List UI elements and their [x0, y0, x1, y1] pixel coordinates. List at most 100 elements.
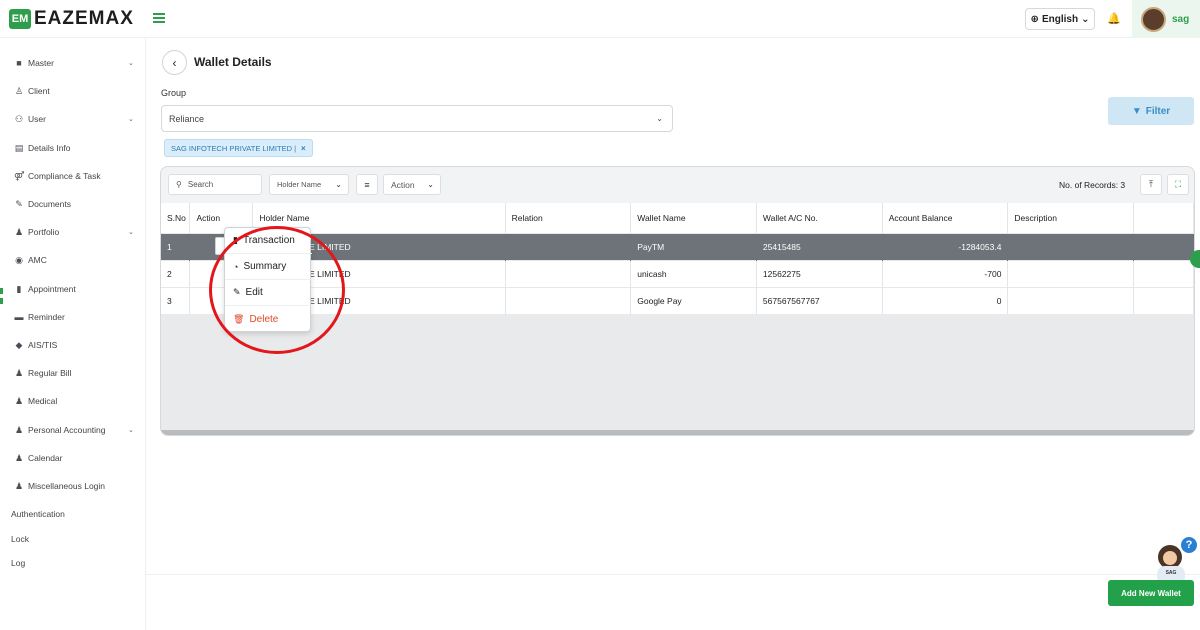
sidebar-item-reminder[interactable]: ▬ Reminder [0, 307, 146, 327]
filter-icon: ▼ [1131, 105, 1142, 117]
cell-relation [505, 286, 632, 314]
search-input[interactable]: ⚲ Search [168, 174, 262, 195]
action-select-label: Action [391, 179, 415, 190]
amc-icon: ◉ [15, 255, 23, 266]
sidebar-item-label: Calendar [28, 452, 63, 463]
add-new-wallet-button[interactable]: Add New Wallet [1108, 580, 1194, 606]
chevron-down-icon: ⌄ [128, 116, 134, 124]
sidebar-item-calendar[interactable]: ♟ Calendar [0, 448, 146, 468]
details-icon: ▤ [14, 142, 24, 153]
sidebar-item-label: Documents [28, 199, 71, 209]
login-icon: ♟ [14, 481, 24, 491]
globe-icon: ⊕ [1030, 13, 1039, 25]
chevron-down-icon: ⌄ [128, 60, 134, 67]
user-menu[interactable]: sag [1132, 0, 1200, 38]
sidebar-item-label: Medical [28, 396, 58, 407]
sidebar-item-label: Regular Bill [28, 368, 72, 379]
sidebar-item-appointment[interactable]: ▮ Appointment [0, 279, 146, 299]
sidebar-item-label: Appointment [28, 283, 76, 294]
highlight-circle [209, 226, 345, 354]
cell-desc [1007, 259, 1135, 287]
chip-label: SAG INFOTECH PRIVATE LIMITED | [171, 143, 297, 153]
cell-spacer [1133, 259, 1194, 287]
table-header-row: S.No Action Holder Name Relation Wallet Name… [161, 203, 1194, 233]
box-icon: ■ [16, 58, 22, 68]
user-name: sag [1172, 13, 1190, 25]
assistant-label: SAG [1157, 566, 1185, 580]
horizontal-scrollbar[interactable] [161, 430, 1194, 435]
footer-divider [146, 574, 1200, 575]
sidebar-item-log[interactable]: Log [11, 558, 25, 568]
chevron-down-icon: ⌄ [335, 180, 342, 189]
search-icon: ⚲ [176, 180, 182, 189]
app: EM EAZEMAX ⊕ English ⌄ 🔔 sag ■ Master ⌄ ♙ Cl… [0, 0, 1200, 630]
cell-balance: 0 [882, 286, 1009, 314]
tag-icon: ◆ [15, 340, 23, 350]
cell-wallet: Google Pay [630, 286, 757, 314]
column-header-wallet-name[interactable]: Wallet Name [630, 203, 757, 233]
sidebar-item-label: Compliance & Task [28, 170, 101, 181]
holder-name-select[interactable]: Holder Name ⌄ [269, 174, 349, 195]
sidebar-item-documents[interactable]: ✎ Documents [0, 194, 146, 214]
sidebar-item-ais-tis[interactable]: ◆ AIS/TIS [0, 335, 146, 355]
group-select[interactable]: Reliance ⌄ [161, 105, 673, 132]
hamburger-menu-icon[interactable] [153, 13, 165, 23]
sidebar-item-master[interactable]: ■ Master ⌄ [0, 53, 146, 73]
column-header-account-balance[interactable]: Account Balance [882, 203, 1009, 233]
sidebar-item-medical[interactable]: ♟ Medical [0, 391, 146, 411]
sidebar-item-label: Reminder [28, 311, 65, 322]
notification-bell-icon[interactable]: 🔔 [1107, 12, 1121, 25]
appointment-icon: ▮ [16, 283, 22, 294]
chip-close-icon[interactable]: × [301, 144, 306, 153]
fullscreen-icon[interactable]: ⛶ [1167, 174, 1189, 195]
sidebar-item-label: AIS/TIS [28, 340, 58, 350]
action-select[interactable]: Action ⌄ [383, 174, 441, 195]
sidebar-item-amc[interactable]: ◉ AMC [0, 250, 146, 270]
filter-button[interactable]: ▼ Filter [1108, 97, 1194, 125]
accounting-icon: ♟ [14, 424, 24, 435]
sidebar-item-label: Portfolio [28, 227, 60, 238]
sidebar-item-user[interactable]: ⚇ User ⌄ [0, 109, 146, 129]
cell-sno: 1 [161, 232, 191, 260]
sidebar-item-portfolio[interactable]: ♟ Portfolio ⌄ [0, 222, 146, 242]
sidebar-item-label: Miscellaneous Login [28, 481, 106, 491]
sidebar-item-details-info[interactable]: ▤ Details Info [0, 138, 146, 158]
export-icon[interactable]: ⤒ [1140, 174, 1162, 195]
cell-relation [505, 259, 632, 287]
column-header-wallet-a-c-no-[interactable]: Wallet A/C No. [756, 203, 883, 233]
cell-wallet: PayTM [630, 232, 757, 260]
reminder-icon: ▬ [14, 311, 24, 322]
chevron-down-icon: ⌄ [427, 180, 434, 189]
cell-relation [505, 232, 632, 260]
chevron-down-icon: ⌄ [128, 426, 134, 434]
column-header-description[interactable]: Description [1007, 203, 1135, 233]
help-assistant[interactable]: SAG ? [1154, 537, 1197, 581]
sidebar-item-label: Master [28, 58, 54, 68]
cell-balance: -1284053.4 [882, 232, 1009, 260]
sidebar-item-label: AMC [28, 255, 47, 266]
back-button[interactable]: ‹ [162, 50, 187, 75]
sidebar-item-client[interactable]: ♙ Client [0, 81, 146, 101]
sidebar-item-compliance-task[interactable]: ⚤ Compliance & Task [0, 166, 146, 186]
column-header-s-no[interactable]: S.No [161, 203, 191, 233]
column-header-relation[interactable]: Relation [505, 203, 632, 233]
cell-spacer [1133, 286, 1194, 314]
cell-desc [1007, 232, 1135, 260]
sidebar-item-regular-bill[interactable]: ♟ Regular Bill [0, 363, 146, 383]
sidebar-item-authentication[interactable]: Authentication [11, 509, 65, 519]
cell-acno: 567567567767 [756, 286, 883, 314]
cell-wallet: unicash [630, 259, 757, 287]
language-select[interactable]: ⊕ English ⌄ [1025, 8, 1095, 30]
holder-select-label: Holder Name [277, 180, 322, 189]
column-filter-icon[interactable]: ≡ [356, 174, 378, 195]
sidebar-item-miscellaneous-login[interactable]: ♟ Miscellaneous Login [0, 476, 146, 496]
top-header: EM EAZEMAX ⊕ English ⌄ 🔔 sag [0, 0, 1200, 38]
cell-spacer [1133, 232, 1194, 260]
calendar-icon: ♟ [14, 452, 24, 463]
selected-holder-chip: SAG INFOTECH PRIVATE LIMITED | × [164, 139, 313, 157]
logo-mark: EM [9, 9, 31, 29]
sidebar-item-lock[interactable]: Lock [11, 534, 29, 544]
group-label: Group [161, 88, 187, 98]
sidebar-item-personal-accounting[interactable]: ♟ Personal Accounting ⌄ [0, 420, 146, 440]
cell-acno: 25415485 [756, 232, 883, 260]
